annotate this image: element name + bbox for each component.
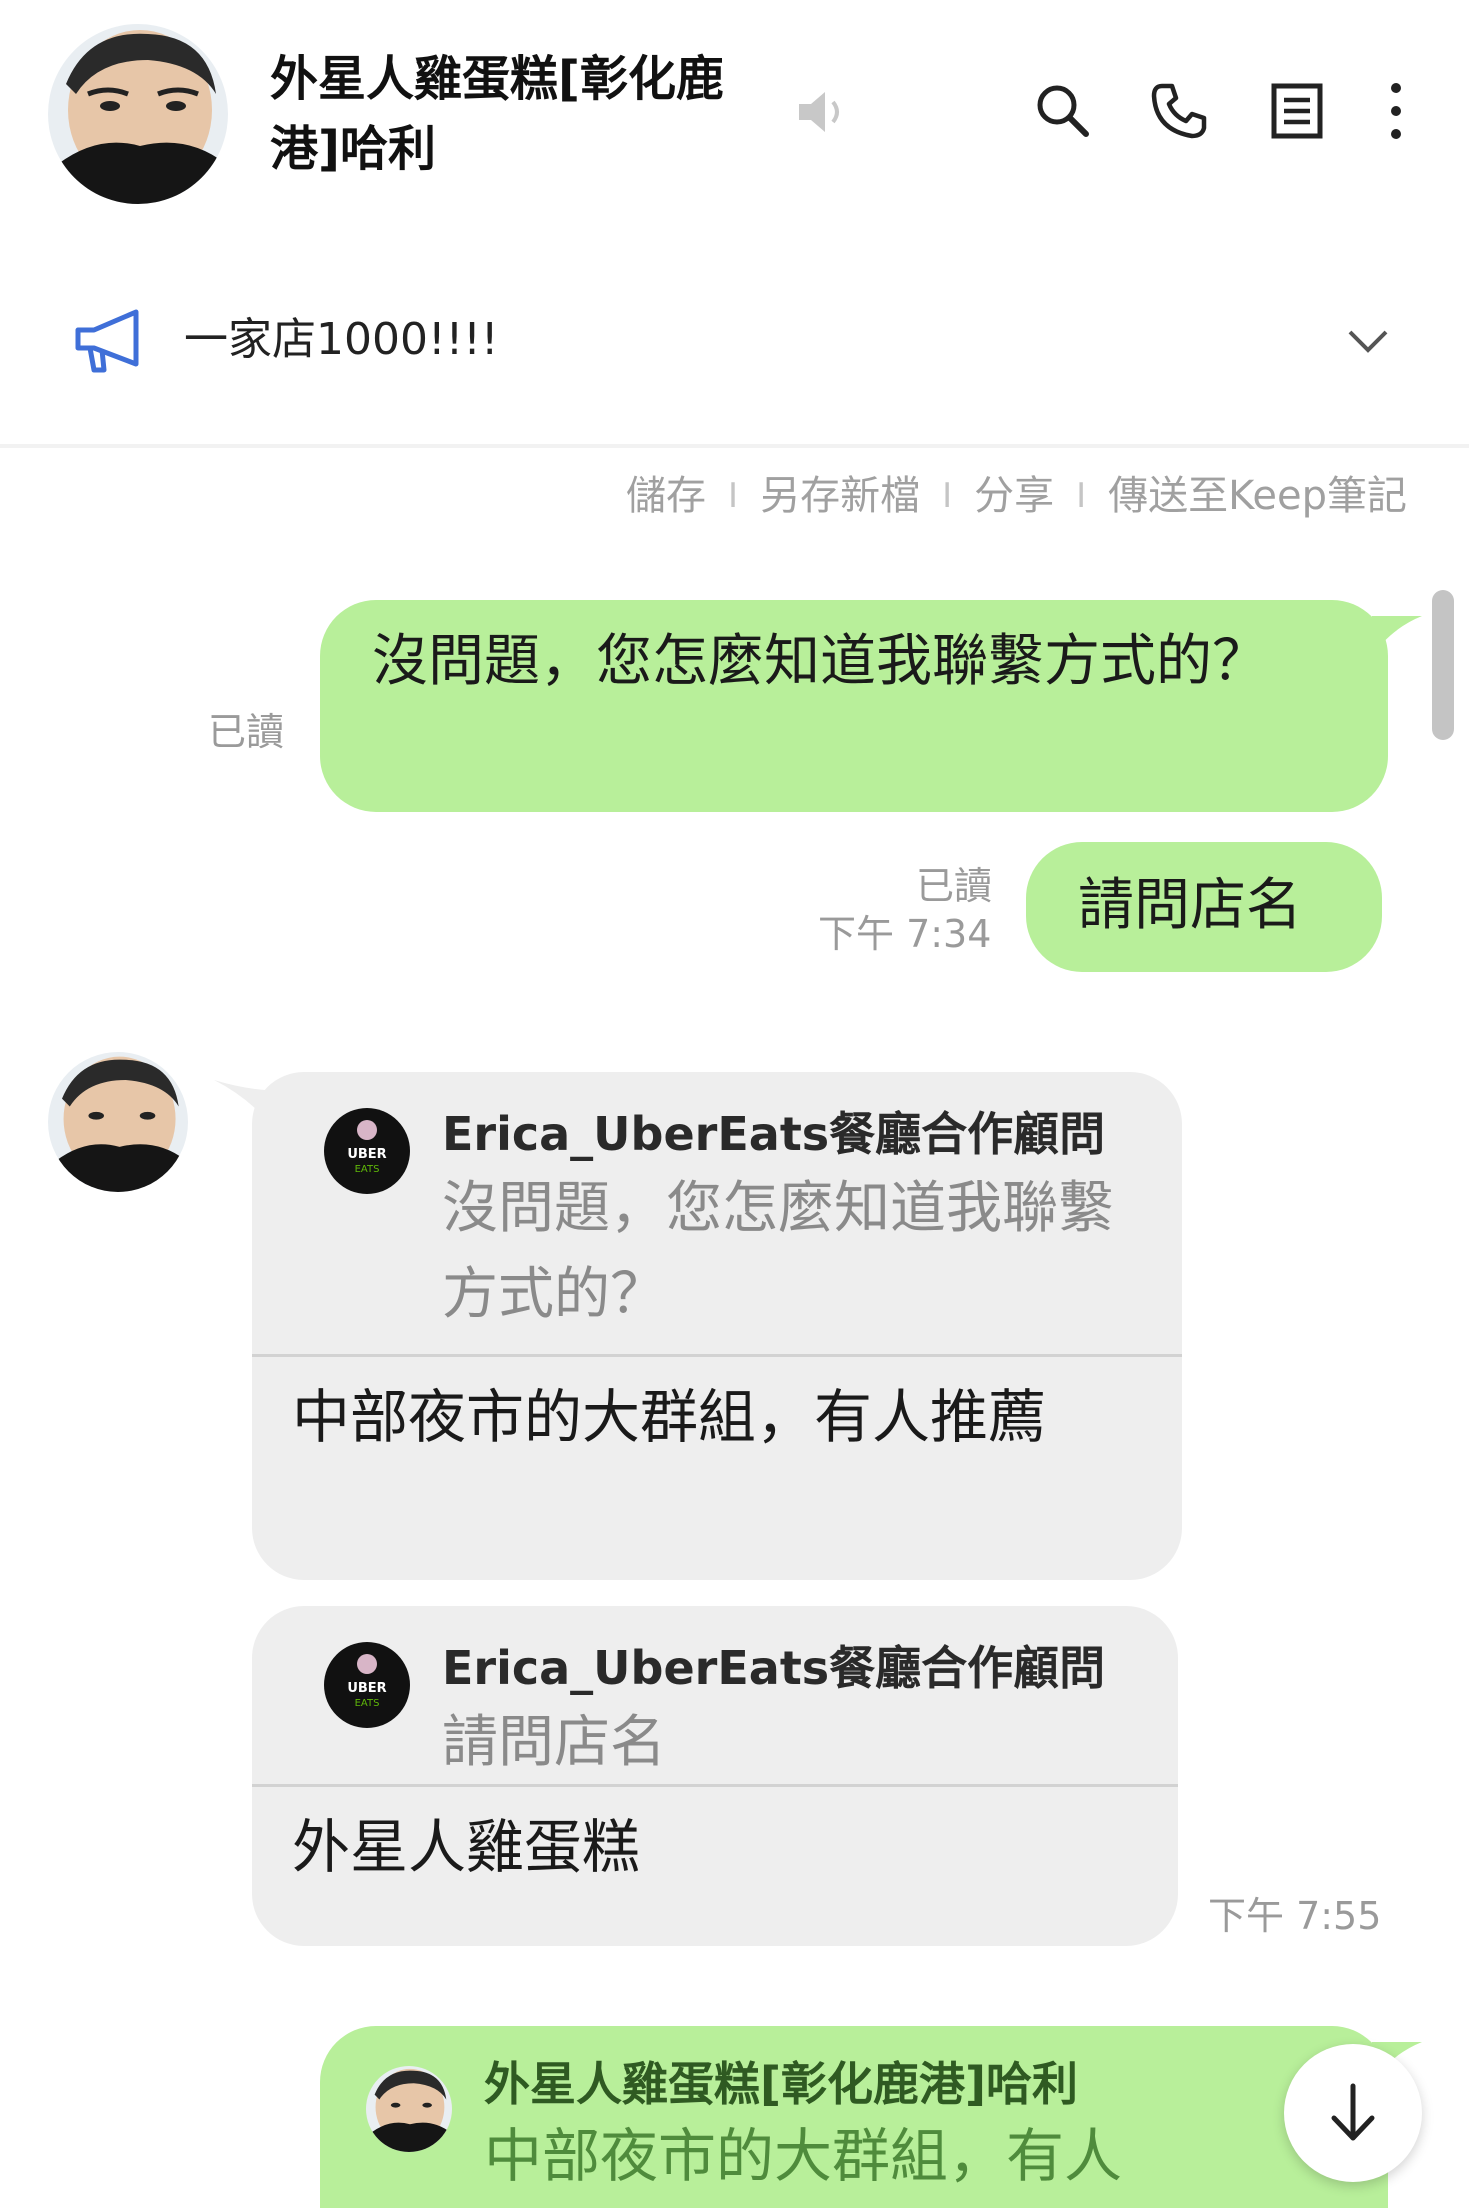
notes-icon[interactable]: [1266, 80, 1328, 142]
more-vertical-icon[interactable]: [1372, 80, 1434, 142]
save-as-button[interactable]: 另存新檔: [760, 466, 920, 526]
message-list[interactable]: 儲存 I 另存新檔 I 分享 I 傳送至Keep筆記 已讀 沒問題，您怎麼知道我…: [0, 448, 1469, 2208]
divider: [252, 1354, 1182, 1357]
scrollbar[interactable]: [1432, 590, 1454, 740]
avatar[interactable]: [48, 1052, 188, 1192]
quoted-text: 請問店名: [442, 1710, 666, 1775]
chat-header: 外星人雞蛋糕[彰化鹿港]哈利: [0, 0, 1469, 230]
message-text: 請問店名: [1078, 873, 1302, 938]
svg-text:UBER: UBER: [347, 1147, 386, 1162]
message-text: 外星人雞蛋糕: [292, 1813, 641, 1881]
chevron-down-icon[interactable]: [1344, 322, 1392, 358]
separator: I: [728, 476, 739, 516]
quoted-sender-name: Erica_UberEats餐廳合作顧問: [442, 1107, 1106, 1161]
message-text: 中部夜市的大群組，有人推薦: [292, 1383, 1047, 1451]
message-bubble-incoming[interactable]: UBER EATS Erica_UberEats餐廳合作顧問 沒問題，您怎麼知道…: [252, 1072, 1182, 1580]
message-text: 沒問題，您怎麼知道我聯繫方式的？: [372, 629, 1268, 694]
save-button[interactable]: 儲存: [626, 466, 706, 526]
speaker-muted-icon[interactable]: [795, 88, 847, 136]
announcement-text: 一家店1000!!!!: [184, 314, 499, 365]
save-actions-bar: 儲存 I 另存新檔 I 分享 I 傳送至Keep筆記: [626, 466, 1407, 526]
ubereats-logo-icon: UBER EATS: [324, 1108, 410, 1194]
quoted-sender-name: Erica_UberEats餐廳合作顧問: [442, 1641, 1106, 1695]
quoted-text: 中部夜市的大群組，有人: [484, 2122, 1123, 2190]
message-bubble-incoming[interactable]: UBER EATS Erica_UberEats餐廳合作顧問 請問店名 外星人雞…: [252, 1606, 1178, 1946]
divider: [252, 1784, 1178, 1787]
read-receipt: 已讀: [208, 710, 285, 754]
announcement-bar[interactable]: 一家店1000!!!!: [0, 290, 1469, 400]
arrow-down-icon: [1331, 2083, 1375, 2141]
svg-text:EATS: EATS: [355, 1698, 380, 1709]
search-icon[interactable]: [1032, 80, 1094, 142]
megaphone-icon: [75, 309, 139, 373]
share-button[interactable]: 分享: [974, 466, 1054, 526]
timestamp: 下午 7:55: [1208, 1894, 1382, 1938]
chat-title: 外星人雞蛋糕[彰化鹿港]哈利: [270, 51, 724, 177]
quoted-text: 沒問題，您怎麼知道我聯繫方式的？: [442, 1176, 1114, 1327]
read-receipt: 已讀: [916, 864, 993, 908]
scroll-to-bottom-button[interactable]: [1284, 2044, 1422, 2182]
separator: I: [942, 476, 953, 516]
ubereats-logo-icon: UBER EATS: [324, 1642, 410, 1728]
bubble-tail: [1372, 616, 1422, 656]
avatar: [366, 2066, 452, 2152]
message-bubble-outgoing[interactable]: 外星人雞蛋糕[彰化鹿港]哈利 中部夜市的大群組，有人: [320, 2026, 1388, 2208]
quoted-sender-name: 外星人雞蛋糕[彰化鹿港]哈利: [484, 2057, 1079, 2111]
separator: I: [1076, 476, 1087, 516]
send-to-keep-button[interactable]: 傳送至Keep筆記: [1108, 466, 1407, 526]
svg-text:UBER: UBER: [347, 1681, 386, 1696]
timestamp: 下午 7:34: [818, 912, 992, 956]
avatar[interactable]: [48, 24, 228, 204]
message-bubble-outgoing[interactable]: 沒問題，您怎麼知道我聯繫方式的？: [320, 600, 1388, 812]
svg-text:EATS: EATS: [355, 1164, 380, 1175]
phone-icon[interactable]: [1148, 80, 1210, 142]
chat-screen: 外星人雞蛋糕[彰化鹿港]哈利 一家店1000!!!! 儲存 I 另存新檔 I 分…: [0, 0, 1469, 2208]
message-bubble-outgoing[interactable]: 請問店名: [1026, 842, 1382, 972]
